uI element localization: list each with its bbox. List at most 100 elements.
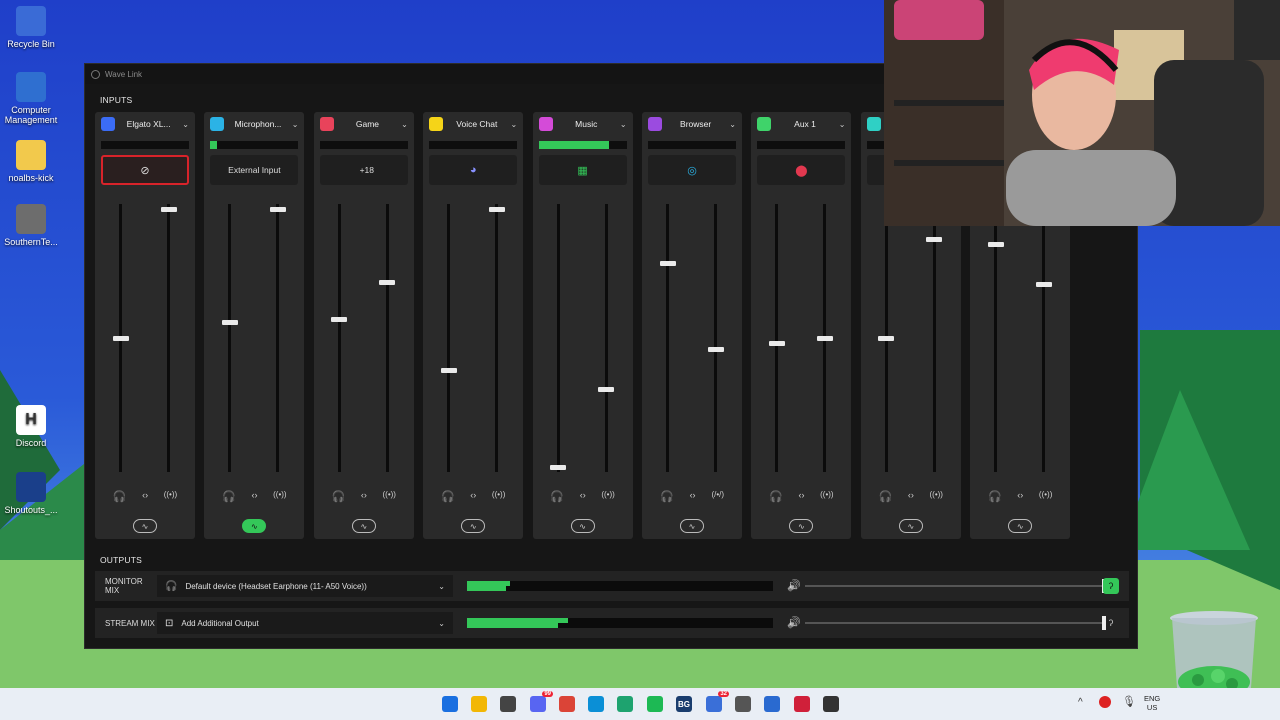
effects-toggle-button[interactable]: ∿ (133, 519, 157, 533)
monitor-volume-track[interactable] (556, 204, 560, 472)
effects-toggle-button[interactable]: ∿ (789, 519, 814, 533)
bg-app-icon[interactable]: BG (676, 696, 692, 712)
edge-icon[interactable] (588, 696, 604, 712)
broadcast-icon[interactable]: ((•)) (930, 490, 943, 503)
broadcast-icon[interactable]: ((•)) (383, 490, 396, 503)
chevron-down-icon[interactable]: ⌄ (292, 120, 299, 129)
stream-volume-track[interactable] (1042, 204, 1046, 472)
channel-app-box[interactable]: ◕ (429, 155, 518, 185)
stream-volume-track[interactable] (276, 204, 280, 472)
broadcast-icon[interactable]: ((•)) (492, 490, 505, 503)
monitor-volume-track[interactable] (447, 204, 451, 472)
monitor-volume-handle[interactable] (112, 336, 129, 341)
tray-record-icon[interactable] (1099, 696, 1111, 708)
effects-toggle-button[interactable]: ∿ (351, 519, 376, 533)
channel-header[interactable]: Voice Chat ⌄ (423, 112, 523, 136)
file-explorer-icon[interactable] (471, 696, 487, 712)
channel-app-box[interactable]: ⊘ (101, 155, 189, 185)
broadcast-icon[interactable]: ((•)) (273, 490, 286, 503)
headphones-icon[interactable]: 🎧 (550, 490, 564, 503)
monitor-volume-handle[interactable] (440, 368, 457, 374)
chrome-icon[interactable] (559, 696, 575, 712)
channel-app-box[interactable]: ▦ (538, 155, 627, 185)
headphones-icon[interactable]: 🎧 (660, 490, 674, 503)
output-device-select[interactable]: 🎧 Default device (Headset Earphone (11- A… (157, 575, 453, 597)
monitor-volume-handle[interactable] (659, 260, 676, 266)
channel-header[interactable]: Game ⌄ (314, 112, 414, 136)
link-icon[interactable]: ‹› (361, 490, 367, 503)
stream-volume-handle[interactable] (1035, 282, 1052, 288)
speaker-icon[interactable]: 🔊 (787, 579, 801, 592)
headphones-muted-icon[interactable]: 🎧 (222, 490, 236, 503)
channel-app-box[interactable]: External Input (210, 155, 299, 185)
stream-volume-handle[interactable] (379, 279, 396, 285)
chevron-down-icon[interactable]: ⌄ (729, 120, 736, 129)
link-icon[interactable]: ‹› (142, 490, 148, 503)
link-icon[interactable]: ‹› (470, 490, 476, 503)
broadcast-muted-icon[interactable]: (/•/) (711, 490, 724, 503)
link-icon[interactable]: ‹› (252, 490, 258, 503)
store-icon[interactable] (500, 696, 516, 712)
stream-volume-handle[interactable] (816, 336, 833, 341)
desktop-icon[interactable]: noalbs-kick (3, 140, 59, 183)
output-volume-slider[interactable] (805, 579, 1106, 593)
desktop-icon[interactable]: SouthernTe... (3, 204, 59, 247)
link-icon[interactable]: ‹› (908, 490, 914, 503)
desktop-icon[interactable]: Recycle Bin (3, 6, 59, 49)
record-app-icon[interactable] (794, 696, 810, 712)
stream-volume-handle[interactable] (160, 207, 177, 213)
headphones-icon[interactable]: 🎧 (441, 490, 455, 503)
spotify-icon[interactable] (647, 696, 663, 712)
broadcast-icon[interactable]: ((•)) (820, 490, 833, 503)
output-volume-slider[interactable] (805, 616, 1106, 630)
link-icon[interactable]: ‹› (799, 490, 805, 503)
ghost-app-icon[interactable] (735, 696, 751, 712)
app-icon[interactable] (617, 696, 633, 712)
effects-toggle-button[interactable]: ∿ (1008, 519, 1033, 533)
chevron-down-icon[interactable]: ⌄ (438, 582, 445, 591)
effects-toggle-button[interactable]: ∿ (898, 519, 923, 533)
stream-volume-track[interactable] (932, 204, 936, 472)
stream-volume-handle[interactable] (269, 207, 286, 213)
wave-link-icon[interactable] (823, 696, 839, 712)
link-icon[interactable]: ‹› (1017, 490, 1023, 503)
desktop-icon[interactable]: Computer Management (3, 72, 59, 125)
desktop-icon[interactable]: H Discord (3, 405, 59, 448)
channel-app-box[interactable]: ⬤ (757, 155, 846, 185)
headphones-icon[interactable]: 🎧 (879, 490, 893, 503)
stream-volume-track[interactable] (714, 204, 717, 472)
channel-header[interactable]: Elgato XL... ⌄ (95, 112, 195, 136)
monitor-volume-handle[interactable] (331, 317, 348, 323)
stream-volume-track[interactable] (495, 204, 499, 472)
link-icon[interactable]: ‹› (580, 490, 586, 503)
broadcast-icon[interactable]: ((•)) (1039, 490, 1052, 503)
chevron-down-icon[interactable]: ⌄ (839, 120, 846, 129)
effects-toggle-button[interactable]: ∿ (242, 519, 267, 533)
effects-toggle-button[interactable]: ∿ (680, 519, 704, 533)
broadcast-icon[interactable]: ((•)) (601, 490, 614, 503)
channel-header[interactable]: Browser ⌄ (642, 112, 742, 136)
stream-volume-handle[interactable] (598, 386, 615, 392)
stream-volume-handle[interactable] (488, 207, 505, 213)
chevron-down-icon[interactable]: ⌄ (401, 120, 408, 129)
output-device-select[interactable]: ⊡ Add Additional Output ⌄ (157, 612, 453, 634)
monitor-volume-track[interactable] (337, 204, 341, 472)
monitor-volume-handle[interactable] (878, 336, 895, 341)
discord-icon[interactable]: 99 (530, 691, 553, 712)
headphones-icon[interactable]: 🎧 (988, 490, 1002, 503)
headphones-icon[interactable]: 🎧 (769, 490, 783, 503)
tray-overflow-chevron-icon[interactable]: ^ (1078, 697, 1083, 708)
ear-monitor-icon[interactable]: ʔ (1103, 615, 1119, 631)
monitor-volume-track[interactable] (228, 204, 232, 472)
mail-icon[interactable] (764, 696, 780, 712)
headphones-icon[interactable]: 🎧 (332, 490, 346, 503)
monitor-volume-track[interactable] (666, 204, 669, 472)
stream-volume-handle[interactable] (926, 236, 943, 242)
chevron-down-icon[interactable]: ⌄ (438, 619, 445, 628)
chevron-down-icon[interactable]: ⌄ (620, 120, 627, 129)
broadcast-icon[interactable]: ((•)) (164, 490, 177, 503)
stream-volume-track[interactable] (167, 204, 170, 472)
stream-volume-track[interactable] (385, 204, 389, 472)
stream-volume-handle[interactable] (707, 346, 724, 352)
stream-deck-icon[interactable]: 32 (706, 691, 729, 712)
